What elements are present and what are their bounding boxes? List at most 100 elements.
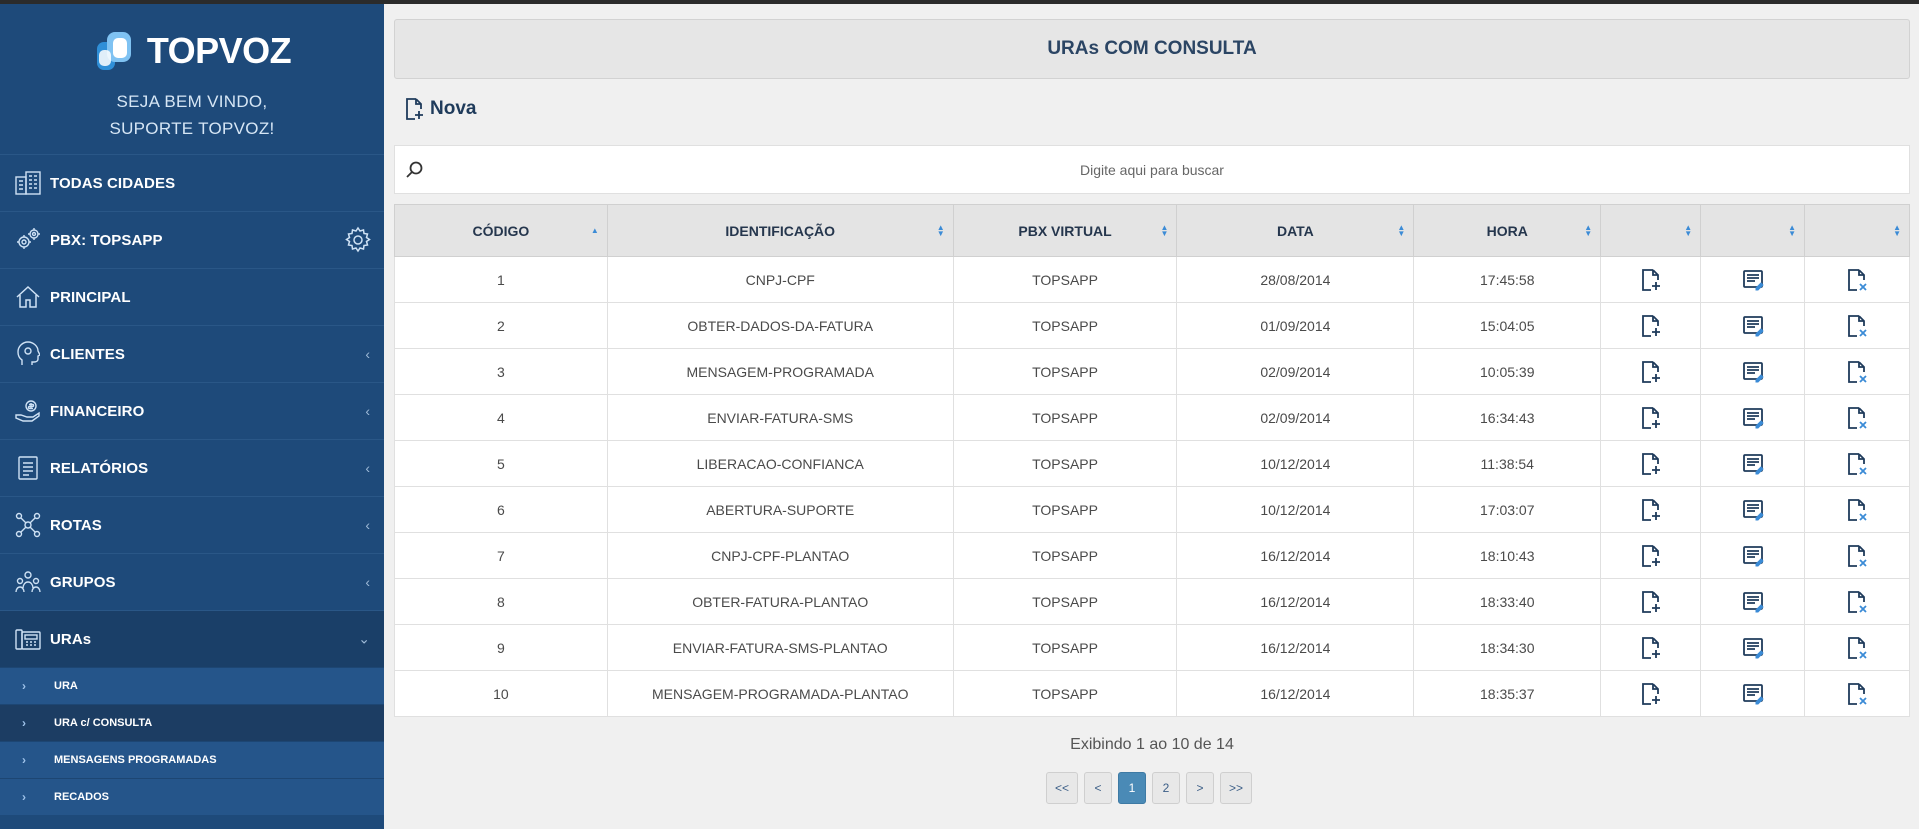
delete-button[interactable] xyxy=(1804,624,1910,671)
table-row: 9 ENVIAR-FATURA-SMS-PLANTAO TOPSAPP 16/12/2… xyxy=(394,624,1910,671)
cell-identificacao: OBTER-DADOS-DA-FATURA xyxy=(606,302,954,349)
add-button[interactable] xyxy=(1600,670,1702,717)
column-header-data[interactable]: DATA ▲ ▼ xyxy=(1176,204,1415,257)
topvoz-logo[interactable]: TOPVOZ xyxy=(93,28,292,74)
city-buildings-icon xyxy=(14,169,42,197)
add-file-icon xyxy=(1640,268,1662,292)
sidebar-item-principal[interactable]: PRINCIPAL xyxy=(0,268,384,325)
cell-pbx: TOPSAPP xyxy=(952,532,1178,579)
sidebar-item-financeiro[interactable]: FINANCEIRO ‹ xyxy=(0,382,384,439)
delete-button[interactable] xyxy=(1804,532,1910,579)
table-body: 1 CNPJ-CPF TOPSAPP 28/08/2014 17:45:58 2 OBTER… xyxy=(394,256,1910,717)
add-button[interactable] xyxy=(1600,440,1702,487)
cell-data: 16/12/2014 xyxy=(1176,670,1415,717)
submenu-item-label: RECADOS xyxy=(54,791,110,803)
group-icon xyxy=(14,568,42,596)
search-input[interactable] xyxy=(425,146,1879,193)
logo-text: TOPVOZ xyxy=(146,30,292,71)
cell-identificacao: MENSAGEM-PROGRAMADA-PLANTAO xyxy=(606,670,954,717)
cell-hora: 18:35:37 xyxy=(1413,670,1602,717)
header-label: CÓDIGO xyxy=(472,222,530,239)
edit-list-icon xyxy=(1742,268,1764,292)
table-row: 2 OBTER-DADOS-DA-FATURA TOPSAPP 01/09/2014 1… xyxy=(394,302,1910,349)
uras-table: CÓDIGO ▲ IDENTIFICAÇÃO ▲ ▼ PBX VIRTUAL ▲ ▼ DA… xyxy=(394,204,1910,717)
settings-gear-icon[interactable] xyxy=(344,226,372,254)
delete-button[interactable] xyxy=(1804,670,1910,717)
cell-hora: 18:33:40 xyxy=(1413,578,1602,625)
delete-button[interactable] xyxy=(1804,578,1910,625)
delete-file-icon xyxy=(1846,682,1868,706)
edit-button[interactable] xyxy=(1700,348,1806,395)
edit-button[interactable] xyxy=(1700,486,1806,533)
page-prev-button[interactable]: < xyxy=(1084,772,1113,804)
sort-asc-icon: ▲ xyxy=(590,225,599,235)
edit-button[interactable] xyxy=(1700,394,1806,441)
delete-file-icon xyxy=(1846,498,1868,522)
add-button[interactable] xyxy=(1600,302,1702,349)
sidebar-item-pbx[interactable]: PBX: TOPSAPP xyxy=(0,211,384,268)
add-file-icon xyxy=(1640,544,1662,568)
edit-button[interactable] xyxy=(1700,302,1806,349)
edit-button[interactable] xyxy=(1700,670,1806,717)
welcome-line-1: SEJA BEM VINDO, xyxy=(116,92,268,111)
add-button[interactable] xyxy=(1600,486,1702,533)
edit-button[interactable] xyxy=(1700,440,1806,487)
sidebar-item-uras[interactable]: URAs ⌄ xyxy=(0,610,384,667)
add-button[interactable] xyxy=(1600,394,1702,441)
column-header-action-1[interactable]: ▲ ▼ xyxy=(1600,204,1702,257)
column-header-codigo[interactable]: CÓDIGO ▲ xyxy=(394,204,608,257)
cell-data: 10/12/2014 xyxy=(1176,486,1415,533)
add-button[interactable] xyxy=(1600,256,1702,303)
delete-button[interactable] xyxy=(1804,348,1910,395)
add-button[interactable] xyxy=(1600,578,1702,625)
edit-button[interactable] xyxy=(1700,256,1806,303)
submenu-item-ura-consulta[interactable]: › URA c/ CONSULTA xyxy=(0,704,384,741)
page-1-button[interactable]: 1 xyxy=(1118,772,1147,804)
column-header-hora[interactable]: HORA ▲ ▼ xyxy=(1413,204,1602,257)
pagination-info: Exibindo 1 ao 10 de 14 xyxy=(1070,736,1234,753)
delete-button[interactable] xyxy=(1804,440,1910,487)
delete-button[interactable] xyxy=(1804,394,1910,441)
delete-button[interactable] xyxy=(1804,256,1910,303)
submenu-item-ura[interactable]: › URA xyxy=(0,667,384,704)
submenu-item-recados[interactable]: › RECADOS xyxy=(0,778,384,815)
cell-pbx: TOPSAPP xyxy=(952,348,1178,395)
table-row: 3 MENSAGEM-PROGRAMADA TOPSAPP 02/09/2014 10:… xyxy=(394,348,1910,395)
delete-button[interactable] xyxy=(1804,486,1910,533)
chevron-down-icon: ⌄ xyxy=(358,630,370,647)
page-first-button[interactable]: << xyxy=(1046,772,1079,804)
page-2-button[interactable]: 2 xyxy=(1152,772,1181,804)
chevron-right-icon: › xyxy=(22,679,26,693)
money-hand-icon xyxy=(14,397,42,425)
edit-button[interactable] xyxy=(1700,532,1806,579)
column-header-identificacao[interactable]: IDENTIFICAÇÃO ▲ ▼ xyxy=(606,204,954,257)
submenu-item-mensagens-programadas[interactable]: › MENSAGENS PROGRAMADAS xyxy=(0,741,384,778)
sidebar: TOPVOZ SEJA BEM VINDO, SUPORTE TOPVOZ! T… xyxy=(0,4,384,829)
column-header-action-3[interactable]: ▲ ▼ xyxy=(1804,204,1910,257)
cell-identificacao: CNPJ-CPF xyxy=(606,256,954,303)
sidebar-item-grupos[interactable]: GRUPOS ‹ xyxy=(0,553,384,610)
page-last-button[interactable]: >> xyxy=(1220,772,1253,804)
delete-file-icon xyxy=(1846,360,1868,384)
cell-codigo: 9 xyxy=(394,624,608,671)
table-row: 6 ABERTURA-SUPORTE TOPSAPP 10/12/2014 17:03:… xyxy=(394,486,1910,533)
sidebar-item-label: RELATÓRIOS xyxy=(50,459,149,477)
sidebar-item-relatorios[interactable]: RELATÓRIOS ‹ xyxy=(0,439,384,496)
delete-button[interactable] xyxy=(1804,302,1910,349)
new-button[interactable]: Nova xyxy=(404,98,476,120)
add-button[interactable] xyxy=(1600,348,1702,395)
sidebar-item-todas-cidades[interactable]: TODAS CIDADES xyxy=(0,154,384,211)
edit-button[interactable] xyxy=(1700,578,1806,625)
column-header-pbx-virtual[interactable]: PBX VIRTUAL ▲ ▼ xyxy=(952,204,1178,257)
sidebar-item-label: TODAS CIDADES xyxy=(50,174,176,192)
sidebar-item-clientes[interactable]: CLIENTES ‹ xyxy=(0,325,384,382)
add-button[interactable] xyxy=(1600,624,1702,671)
page-next-button[interactable]: > xyxy=(1186,772,1215,804)
column-header-action-2[interactable]: ▲ ▼ xyxy=(1700,204,1806,257)
add-button[interactable] xyxy=(1600,532,1702,579)
edit-button[interactable] xyxy=(1700,624,1806,671)
add-file-icon xyxy=(1640,682,1662,706)
edit-list-icon xyxy=(1742,544,1764,568)
table-header-row: CÓDIGO ▲ IDENTIFICAÇÃO ▲ ▼ PBX VIRTUAL ▲ ▼ DA… xyxy=(394,204,1910,257)
sidebar-item-rotas[interactable]: ROTAS ‹ xyxy=(0,496,384,553)
